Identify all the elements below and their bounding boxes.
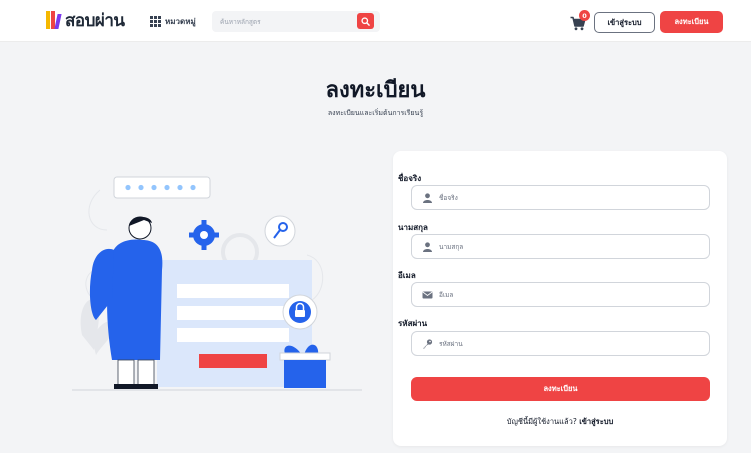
user-icon	[423, 193, 432, 203]
search-input[interactable]	[220, 11, 350, 32]
first-name-label: ชื่อจริง	[398, 174, 422, 183]
search-icon	[361, 16, 370, 26]
top-navbar: สอบผ่าน หมวดหมู่ 0 เข้าสู่ระบบ ลงทะเบียน	[0, 0, 751, 42]
cart-button[interactable]: 0	[570, 10, 590, 31]
search-button[interactable]	[357, 13, 374, 29]
last-name-field-wrapper	[411, 234, 710, 259]
register-nav-button[interactable]: ลงทะเบียน	[660, 11, 723, 33]
page-subtitle: ลงทะเบียนและเริ่มต้นการเรียนรู้	[327, 109, 424, 117]
categories-button[interactable]: หมวดหมู่	[150, 14, 196, 28]
register-submit-button[interactable]: ลงทะเบียน	[411, 377, 710, 401]
email-label: อีเมล	[398, 271, 416, 280]
registration-form-card: ชื่อจริง นามสกุล อีเมล รหัสผ่าน	[393, 151, 727, 446]
envelope-icon	[422, 291, 433, 299]
first-name-input[interactable]	[439, 186, 699, 209]
last-name-label: นามสกุล	[398, 223, 428, 232]
password-field-wrapper	[411, 331, 710, 356]
logo-text: สอบผ่าน	[65, 10, 125, 31]
password-input[interactable]	[439, 332, 699, 355]
cart-count-badge: 0	[579, 10, 590, 21]
search-box	[212, 11, 380, 32]
login-prompt-question: บัญชีนี้มีผู้ใช้งานแล้ว?	[506, 417, 577, 426]
email-field-wrapper	[411, 282, 710, 307]
site-logo[interactable]: สอบผ่าน	[46, 9, 125, 31]
page-title: ลงทะเบียน	[325, 78, 426, 103]
password-label: รหัสผ่าน	[398, 319, 428, 328]
login-prompt: บัญชีนี้มีผู้ใช้งานแล้ว? เข้าสู่ระบบ	[393, 416, 727, 428]
login-link[interactable]: เข้าสู่ระบบ	[579, 417, 613, 426]
categories-label: หมวดหมู่	[165, 16, 196, 26]
books-logo-icon	[46, 11, 62, 29]
user-icon	[423, 242, 432, 252]
first-name-field-wrapper	[411, 185, 710, 210]
login-button[interactable]: เข้าสู่ระบบ	[594, 12, 655, 33]
registration-illustration	[72, 176, 362, 391]
grid-icon	[150, 15, 161, 27]
email-input[interactable]	[439, 283, 699, 306]
last-name-input[interactable]	[439, 235, 699, 258]
key-icon	[423, 339, 433, 349]
